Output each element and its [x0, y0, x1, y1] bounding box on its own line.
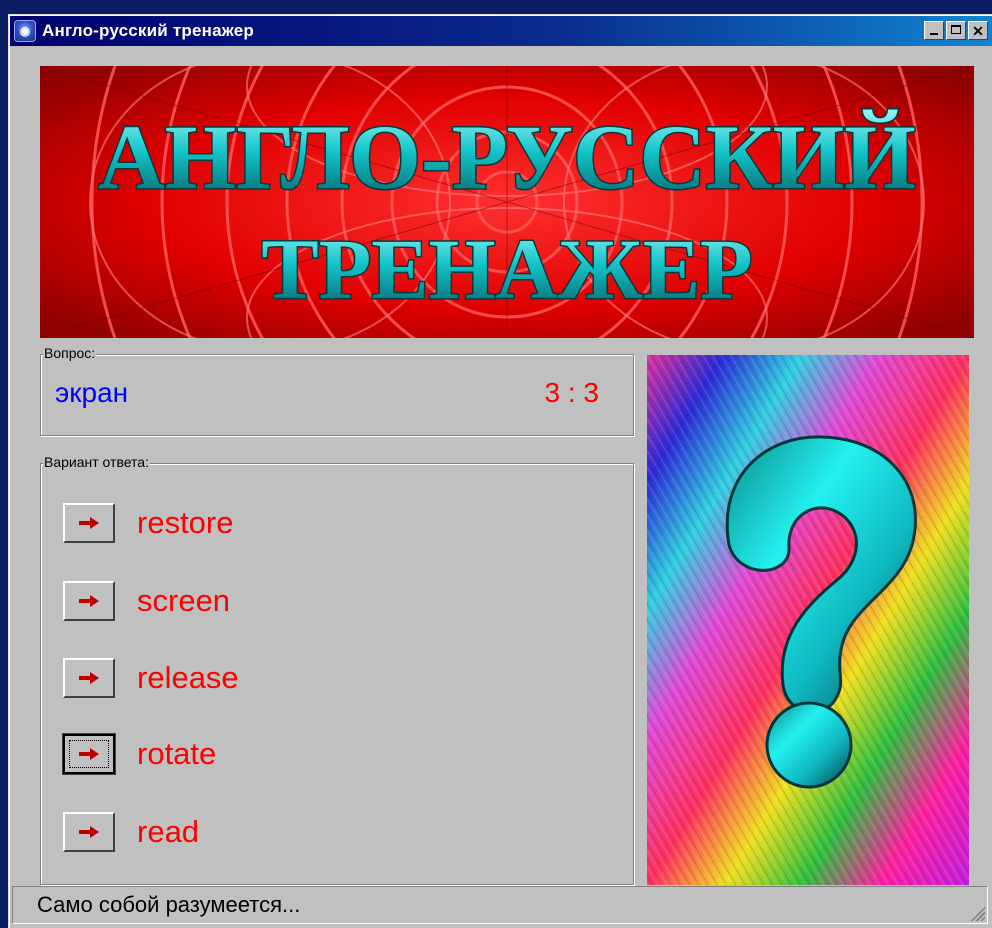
- answer-select-button[interactable]: [63, 503, 115, 543]
- answer-option: screen: [63, 580, 230, 622]
- right-arrow-icon: [79, 748, 99, 760]
- answer-option: read: [63, 811, 199, 853]
- right-arrow-icon: [79, 826, 99, 838]
- app-window: ◉ Англо-русский тренажер ✕ АНГЛО-РУССКИЙ…: [8, 14, 992, 928]
- status-text: Само собой разумеется...: [37, 892, 301, 917]
- question-word: экран: [55, 377, 129, 408]
- answer-option: release: [63, 657, 239, 699]
- right-arrow-icon: [79, 517, 99, 529]
- maximize-button[interactable]: [946, 21, 966, 40]
- status-bar: Само собой разумеется...: [12, 886, 988, 924]
- answers-group: Вариант ответа: restore screen release r…: [40, 454, 634, 885]
- answer-label[interactable]: rotate: [137, 736, 216, 772]
- answers-legend: Вариант ответа:: [43, 454, 150, 470]
- question-group: Вопрос: экран 3 : 3: [40, 345, 634, 436]
- answer-select-button[interactable]: [63, 658, 115, 698]
- close-button[interactable]: ✕: [968, 21, 988, 40]
- answer-select-button[interactable]: [63, 812, 115, 852]
- question-legend: Вопрос:: [43, 345, 97, 361]
- right-arrow-icon: [79, 595, 99, 607]
- app-globe-icon[interactable]: ◉: [14, 20, 36, 42]
- answer-label[interactable]: read: [137, 814, 199, 850]
- title-banner: АНГЛО-РУССКИЙ ТРЕНАЖЕР: [40, 66, 974, 338]
- minimize-button[interactable]: [924, 21, 944, 40]
- title-bar[interactable]: ◉ Англо-русский тренажер ✕: [10, 16, 992, 46]
- resize-grip-icon[interactable]: [969, 905, 985, 921]
- answer-label[interactable]: release: [137, 660, 239, 696]
- window-title: Англо-русский тренажер: [42, 21, 255, 40]
- question-mark-icon: [647, 355, 969, 885]
- banner-graphic: АНГЛО-РУССКИЙ ТРЕНАЖЕР: [40, 66, 974, 338]
- answer-option: rotate: [62, 733, 216, 775]
- question-picture: [647, 355, 969, 885]
- right-arrow-icon: [79, 672, 99, 684]
- banner-title-line1: АНГЛО-РУССКИЙ: [98, 106, 916, 208]
- window-controls: ✕: [924, 21, 988, 40]
- banner-title-line2: ТРЕНАЖЕР: [261, 221, 752, 317]
- answer-select-button[interactable]: [63, 581, 115, 621]
- answer-select-button[interactable]: [62, 733, 116, 775]
- score-counter: 3 : 3: [544, 377, 599, 408]
- answer-label[interactable]: screen: [137, 583, 230, 619]
- answer-option: restore: [63, 502, 233, 544]
- answer-label[interactable]: restore: [137, 505, 233, 541]
